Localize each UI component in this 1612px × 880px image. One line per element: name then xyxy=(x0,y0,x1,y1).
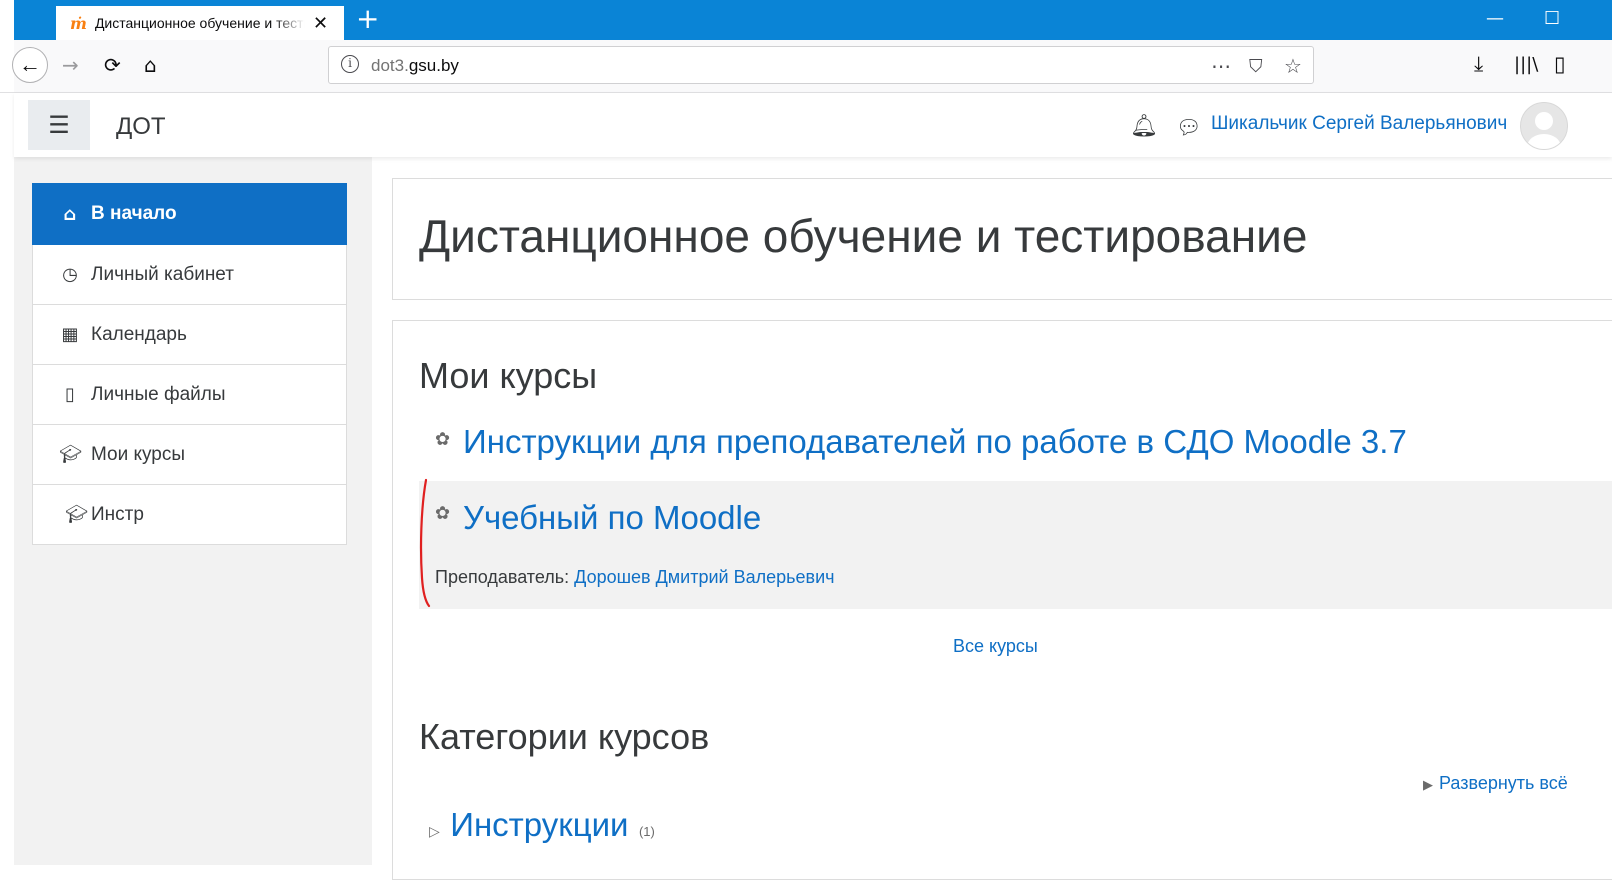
menu-icon: ☰ xyxy=(48,111,70,139)
frontpage-content-card: Мои курсы ✿ Инструкции для преподавателе… xyxy=(392,320,1612,880)
calendar-icon: ▦ xyxy=(61,324,79,345)
nav-item-calendar[interactable]: ▦ Календарь xyxy=(32,305,347,365)
notifications-bell-icon[interactable]: 🔔︎ xyxy=(1130,113,1158,139)
avatar[interactable] xyxy=(1520,102,1568,150)
reload-icon[interactable]: ⟳ xyxy=(104,53,121,77)
course-item: ✿ Учебный по Moodle Преподаватель: Дорош… xyxy=(419,481,1612,609)
teacher-link[interactable]: Дорошев Дмитрий Валерьевич xyxy=(574,567,834,587)
library-icon[interactable]: |||\ xyxy=(1514,54,1538,75)
more-icon[interactable]: ⋯ xyxy=(1211,54,1231,78)
moodle-favicon-icon: ṁ xyxy=(70,13,87,33)
forward-icon[interactable]: → xyxy=(62,53,79,77)
graduation-cap-icon: 🎓︎ xyxy=(65,504,88,525)
red-annotation-stroke xyxy=(419,478,431,608)
maximize-window-icon[interactable]: ☐ xyxy=(1544,8,1560,29)
home-icon: ⌂ xyxy=(63,203,77,225)
browser-tab-strip: ṁ Дистанционное обучение и тестирование … xyxy=(0,0,1612,40)
address-bar[interactable]: i dot3.gsu.by ⋯ ⛉ ☆ xyxy=(328,46,1314,84)
drawer-toggle-button[interactable]: ☰ xyxy=(28,100,90,150)
nav-item-home[interactable]: ⌂ В начало xyxy=(32,183,347,245)
pocket-icon[interactable]: ⛉ xyxy=(1249,56,1263,77)
browser-navbar: ← → ⟳ ⌂ i dot3.gsu.by ⋯ ⛉ ☆ ⤓ |||\ ▯ xyxy=(0,40,1612,93)
nav-item-label: Инстр xyxy=(91,503,144,525)
nav-item-private-files[interactable]: ▯ Личные файлы xyxy=(32,365,347,425)
course-icon: ✿ xyxy=(435,429,451,450)
close-tab-icon[interactable]: ✕ xyxy=(313,14,328,32)
nav-item-label: Личный кабинет xyxy=(91,263,234,285)
download-icon[interactable]: ⤓ xyxy=(1474,52,1483,77)
course-teacher: Преподаватель: Дорошев Дмитрий Валерьеви… xyxy=(435,567,835,587)
dashboard-icon: ◷ xyxy=(62,264,78,285)
my-courses-heading: Мои курсы xyxy=(419,355,598,396)
category-link[interactable]: Инструкции xyxy=(450,806,628,843)
site-header: ☰ ДОТ 🔔︎ 💬︎ Шикальчик Сергей Валерьянови… xyxy=(14,93,1612,157)
tab-title: Дистанционное обучение и тестирование xyxy=(94,15,305,31)
course-icon: ✿ xyxy=(435,503,451,524)
nav-item-course-instr[interactable]: 🎓︎ Инстр xyxy=(32,485,347,545)
file-icon: ▯ xyxy=(65,384,75,405)
nav-item-label: Личные файлы xyxy=(91,383,226,405)
caret-right-icon: ▷ xyxy=(429,823,440,839)
user-menu-name[interactable]: Шикальчик Сергей Валерьянович xyxy=(1211,113,1507,135)
caret-right-icon: ▶ xyxy=(1423,777,1433,792)
category-item[interactable]: ▷ Инструкции (1) xyxy=(429,806,655,844)
star-icon[interactable]: ☆ xyxy=(1284,54,1302,78)
page-header-card: Дистанционное обучение и тестирование xyxy=(392,178,1612,300)
url-text[interactable]: dot3.gsu.by xyxy=(371,56,459,76)
reader-icon[interactable]: ▯ xyxy=(1554,52,1566,76)
course-link[interactable]: Учебный по Moodle xyxy=(463,499,761,537)
category-count: (1) xyxy=(638,824,655,839)
page-title: Дистанционное обучение и тестирование xyxy=(419,210,1308,262)
back-button[interactable]: ← xyxy=(12,47,48,83)
browser-tab[interactable]: ṁ Дистанционное обучение и тестирование … xyxy=(56,6,344,40)
window-edge xyxy=(0,0,14,40)
course-categories-heading: Категории курсов xyxy=(419,716,710,757)
course-link[interactable]: Инструкции для преподавателей по работе … xyxy=(463,423,1407,461)
nav-drawer-list: ⌂ В начало ◷ Личный кабинет ▦ Календарь … xyxy=(32,183,347,545)
course-item: ✿ Инструкции для преподавателей по работ… xyxy=(419,421,1612,481)
minimize-window-icon[interactable]: — xyxy=(1486,8,1504,29)
nav-item-my-courses[interactable]: 🎓︎ Мои курсы xyxy=(32,425,347,485)
new-tab-button[interactable]: + xyxy=(356,4,379,34)
all-courses-link[interactable]: Все курсы xyxy=(953,636,1038,657)
nav-item-label: Мои курсы xyxy=(91,443,186,465)
site-brand[interactable]: ДОТ xyxy=(116,113,166,141)
nav-item-dashboard[interactable]: ◷ Личный кабинет xyxy=(32,245,347,305)
nav-item-label: В начало xyxy=(91,203,177,224)
messages-chat-icon[interactable]: 💬︎ xyxy=(1176,115,1201,140)
graduation-cap-icon: 🎓︎ xyxy=(59,444,82,465)
expand-all-link[interactable]: ▶ Развернуть всё xyxy=(1423,773,1568,794)
home-icon[interactable]: ⌂ xyxy=(144,53,157,77)
back-icon: ← xyxy=(19,52,41,77)
nav-item-label: Календарь xyxy=(91,323,187,345)
info-icon[interactable]: i xyxy=(341,55,359,73)
